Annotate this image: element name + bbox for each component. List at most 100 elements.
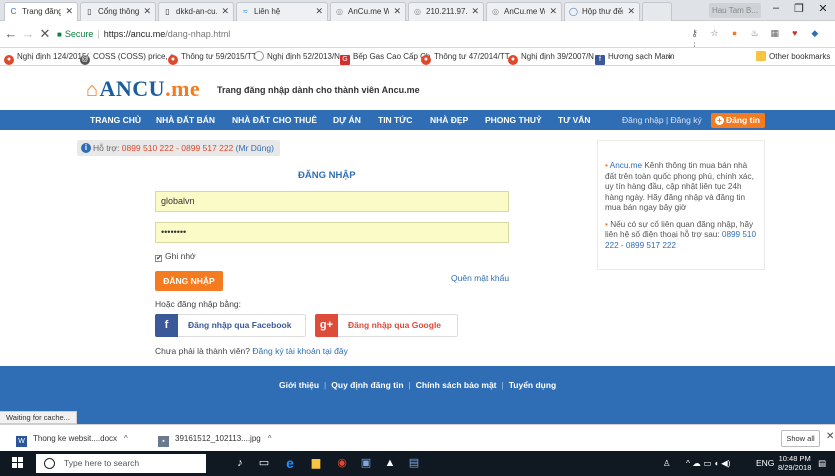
nav-item-news[interactable]: TIN TỨC [378,110,412,130]
more-bookmarks-icon[interactable]: » [667,51,671,63]
google-plus-icon: g+ [315,314,338,337]
microphone-icon[interactable]: ♪ [232,455,248,471]
taskbar-search-input[interactable]: Type here to search [36,454,206,473]
form-title: ĐĂNG NHẬP [298,170,356,181]
taskbar-clock[interactable]: 10:48 PM 8/29/2018 [778,454,811,472]
bookmark-icon: ● [421,55,431,65]
browser-tab[interactable]: ▯ Cổng thông t ✕ [80,2,156,21]
close-tab-icon[interactable]: ✕ [315,3,323,20]
login-section: i Hỗ trợ: 0899 510 222 - 0899 517 222 (M… [0,130,835,366]
close-downloads-icon[interactable]: ✕ [826,431,834,442]
bookmark-item[interactable]: f Hương sạch Marin [595,51,675,65]
nav-item-beautiful-homes[interactable]: NHÀ ĐẸP [430,110,468,130]
remember-checkbox[interactable]: ✔ [155,255,162,262]
footer-links: Giới thiệu | Quy định đăng tin | Chính sách … [279,380,557,390]
nav-login-register[interactable]: Đăng nhập | Đăng ký [622,110,702,130]
chevron-up-icon[interactable]: ^ [268,434,272,443]
maximize-icon[interactable]: ❐ [790,2,808,15]
sidebar-brand[interactable]: Ancu.me [610,161,642,170]
forgot-password-link[interactable]: Quên mật khẩu [451,273,509,283]
support-banner: i Hỗ trợ: 0899 510 222 - 0899 517 222 (M… [77,140,280,156]
password-input[interactable]: •••••••• [155,222,509,243]
notifications-icon[interactable]: ▤ [818,451,826,476]
close-tab-icon[interactable]: ✕ [471,3,479,20]
browser-tab[interactable]: ◎ 210.211.97.8 ✕ [408,2,484,21]
browser-tab[interactable]: ≈ Liên hệ ✕ [236,2,328,21]
username-input[interactable]: globalvn [155,191,509,212]
profile-name[interactable]: Hau Tam B... [709,3,761,18]
close-tab-icon[interactable]: ✕ [65,3,73,20]
nav-item-feng-shui[interactable]: PHONG THUỶ [485,110,542,130]
minimize-icon[interactable]: – [767,2,785,14]
language-indicator[interactable]: ENG [756,451,774,476]
file-explorer-icon[interactable]: ▆ [308,455,324,471]
nav-item-for-rent[interactable]: NHÀ ĐẤT CHO THUÊ [232,110,317,130]
extension-icon[interactable]: ♨ [748,27,761,40]
stop-icon[interactable]: ✕ [38,26,52,42]
social-login-label: Hoặc đăng nhập bằng: [155,299,242,309]
close-tab-icon[interactable]: ✕ [221,3,229,20]
signup-link[interactable]: Đăng ký tài khoản tại đây [252,346,347,356]
extension-icon[interactable]: ● [728,27,741,40]
extension-icon[interactable]: ◆ [808,27,821,40]
footer-link-privacy[interactable]: Chính sách bảo mật [416,380,497,390]
close-window-icon[interactable]: ✕ [814,2,832,15]
browser-tab[interactable]: ◎ AnCu.me WH ✕ [486,2,562,21]
show-all-button[interactable]: Show all [781,430,820,447]
footer-link-careers[interactable]: Tuyển dụng [509,380,557,390]
other-bookmarks[interactable]: Other bookmarks [756,51,830,63]
windows-start-icon[interactable] [12,457,23,468]
key-icon[interactable]: ⚷ [688,27,701,40]
new-tab-button[interactable] [642,2,672,21]
close-tab-icon[interactable]: ✕ [143,3,151,20]
close-tab-icon[interactable]: ✕ [549,3,557,20]
download-item[interactable]: W Thong ke websit....docx ^ [16,430,128,448]
footer-link-about[interactable]: Giới thiệu [279,380,319,390]
bookmark-item[interactable]: ● Thông tư 47/2014/TT [421,51,510,65]
chevron-up-icon[interactable]: ^ [124,434,128,443]
close-tab-icon[interactable]: ✕ [627,3,635,20]
photos-icon[interactable]: ▲ [382,455,398,471]
task-view-icon[interactable]: ▭ [256,455,272,471]
url-input[interactable]: ■ Secure | https://ancu.me/dang-nhap.html [57,25,677,44]
nav-item-home[interactable]: TRANG CHỦ [90,110,141,130]
browser-tab[interactable]: ▯ dkkd-an-cu.p ✕ [158,2,234,21]
login-button[interactable]: ĐĂNG NHẬP [155,271,223,291]
facebook-login-label: Đăng nhập qua Facebook [188,320,292,330]
bookmark-item[interactable]: @ COSS (COSS) price, c [80,51,174,65]
site-header: ⌂ANCU.me Trang đăng nhập dành cho thành … [0,66,835,110]
word-file-icon: W [16,436,27,447]
site-logo[interactable]: ⌂ANCU.me [86,76,200,102]
browser-tab[interactable]: ◎ AnCu.me WH ✕ [330,2,406,21]
browser-tab[interactable]: C Trang đăng n ✕ [4,2,78,21]
browser-tab[interactable]: ◯ Hộp thư đến ✕ [564,2,640,21]
footer-link-posting-rules[interactable]: Quy định đăng tin [331,380,403,390]
people-icon[interactable]: ♙ [663,451,671,476]
nav-item-for-sale[interactable]: NHÀ ĐẤT BÁN [156,110,215,130]
app-icon[interactable]: ▤ [406,455,422,471]
nav-item-advice[interactable]: TƯ VẤN [558,110,591,130]
forward-icon[interactable]: → [21,26,35,41]
liquid-icon: ≈ [243,7,248,16]
bookmark-item[interactable]: ● Nghị định 124/2015/ [4,51,89,65]
google-login-button[interactable]: g+ Đăng nhập qua Google [315,314,458,337]
facebook-icon: f [155,314,178,337]
bookmark-item[interactable]: ● Nghị định 39/2007/N [508,51,594,65]
star-icon[interactable]: ☆ [708,27,721,40]
extension-icon[interactable]: ♥ [788,27,801,40]
bookmark-item[interactable]: G Bếp Gas Cao Cấp Ch [340,51,430,65]
nav-item-projects[interactable]: DỰ ÁN [333,110,361,130]
chrome-icon[interactable]: ◉ [334,455,350,471]
bookmark-item[interactable]: Nghị định 52/2013/N [254,51,340,63]
tray-icons[interactable]: ^ ☁ ▭ ◖ ◀) [686,451,730,476]
remember-me[interactable]: ✔ Ghi nhớ [155,251,196,262]
bookmark-item[interactable]: ● Thông tư 59/2015/TT [168,51,257,65]
facebook-login-button[interactable]: f Đăng nhập qua Facebook [155,314,306,337]
extension-icon[interactable]: ▦ [768,27,781,40]
back-icon[interactable]: ← [4,26,18,41]
post-listing-button[interactable]: + Đăng tin [711,113,765,128]
edge-icon[interactable]: e [282,455,298,471]
app-icon[interactable]: ▣ [358,455,374,471]
download-item[interactable]: ▪ 39161512_102113....jpg ^ [158,430,271,448]
close-tab-icon[interactable]: ✕ [393,3,401,20]
